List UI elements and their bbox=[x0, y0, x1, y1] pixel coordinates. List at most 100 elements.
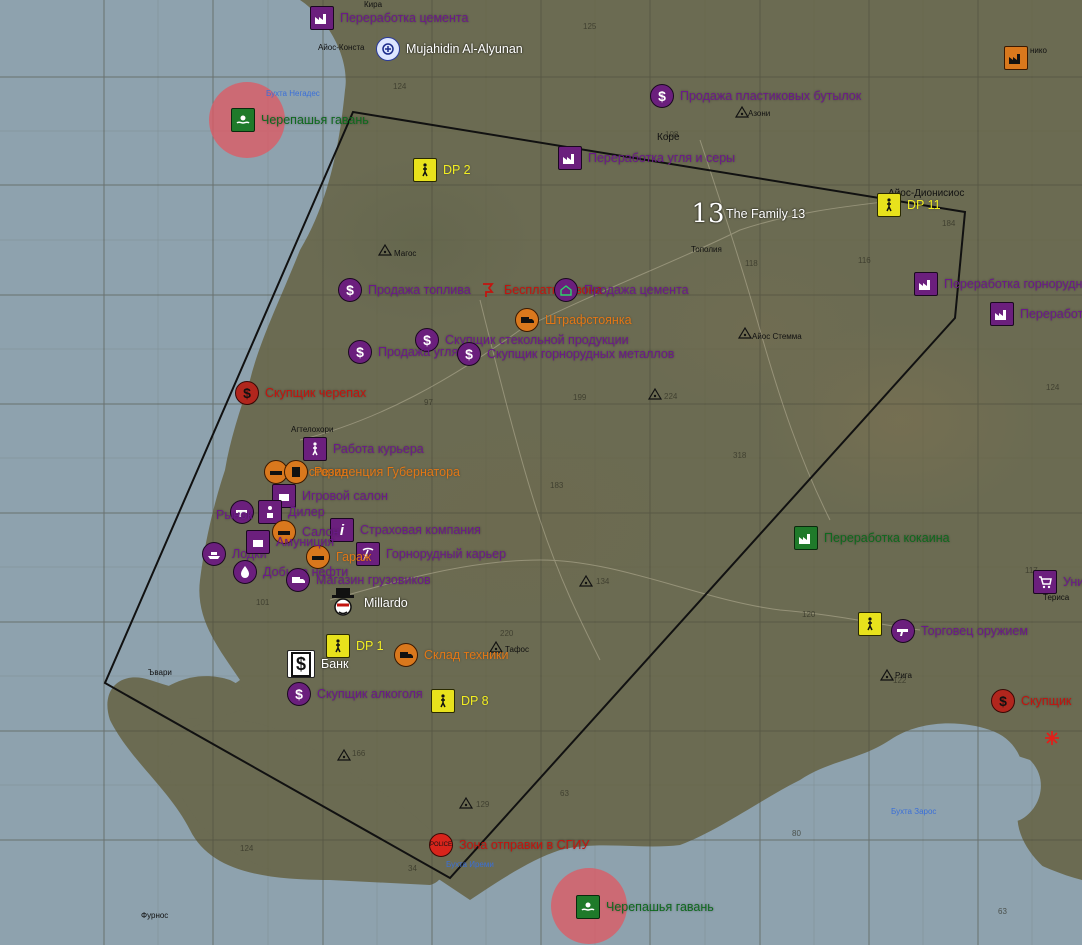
map-marker[interactable]: $ Скупщик горнорудных металлов bbox=[457, 342, 674, 366]
grid-number: 129 bbox=[476, 800, 490, 809]
map-marker[interactable]: Черепашья гавань bbox=[231, 108, 369, 132]
marker-label: Уни bbox=[1063, 575, 1082, 589]
dollar-icon: $ bbox=[287, 682, 311, 706]
factory-icon bbox=[990, 302, 1014, 326]
marker-label: Черепашья гавань bbox=[261, 113, 369, 127]
gang-13-icon: 13 bbox=[691, 199, 725, 229]
building-icon bbox=[284, 460, 308, 484]
factory-icon bbox=[914, 272, 938, 296]
factory-icon bbox=[310, 6, 334, 30]
grid-number: 183 bbox=[550, 481, 564, 490]
factory-icon bbox=[794, 526, 818, 550]
marker-label: Зона отправки в СГИУ bbox=[459, 838, 590, 852]
map-marker[interactable]: Переработка цемента bbox=[310, 6, 468, 30]
map-marker[interactable]: $ Скупщик алкоголя bbox=[287, 682, 423, 706]
map-view[interactable]: 125 124 116 118 184 124 97 199 224 318 1… bbox=[0, 0, 1082, 945]
map-marker[interactable]: Амуниция bbox=[246, 530, 334, 554]
map-marker[interactable]: DP 8 bbox=[431, 689, 489, 713]
hiker-icon bbox=[431, 689, 455, 713]
map-marker[interactable]: Рынок bbox=[216, 508, 253, 522]
map-marker[interactable]: POLICE Зона отправки в СГИУ bbox=[429, 833, 589, 857]
turtle-icon bbox=[576, 895, 600, 919]
map-marker[interactable]: $ Продажа пластиковых бутылок bbox=[650, 84, 861, 108]
marker-label: Переработка горнорудн bbox=[944, 277, 1082, 291]
map-marker[interactable]: Работа курьера bbox=[303, 437, 424, 461]
grid-number: 124 bbox=[1046, 383, 1060, 392]
marker-label: Продажа топлива bbox=[368, 283, 471, 297]
map-marker[interactable]: $ Скупщик bbox=[991, 689, 1071, 713]
map-marker[interactable]: Продажа цемента bbox=[554, 278, 689, 302]
town-label: Айос-Конста bbox=[318, 43, 365, 52]
dollar-icon: $ bbox=[348, 340, 372, 364]
map-marker[interactable]: DP 11 bbox=[877, 193, 941, 217]
map-marker[interactable]: Уни bbox=[1033, 570, 1082, 594]
marker-label: Переработка угля и серы bbox=[588, 151, 736, 165]
map-marker[interactable]: Торговец оружием bbox=[891, 619, 1028, 643]
map-marker[interactable]: Переработка угля и серы bbox=[558, 146, 735, 170]
town-label: Коре bbox=[657, 132, 680, 143]
marker-label: Штрафстоянка bbox=[545, 313, 632, 327]
map-marker[interactable]: Mujahidin Al-Alyunan bbox=[376, 37, 523, 61]
grid-number: 184 bbox=[942, 219, 956, 228]
map-marker[interactable]: Переработ bbox=[990, 302, 1082, 326]
marker-label: DP 2 bbox=[443, 163, 471, 177]
town-label: Рига bbox=[895, 671, 912, 680]
marker-label: Дилер bbox=[288, 505, 325, 519]
map-marker[interactable] bbox=[1004, 46, 1028, 70]
marker-label: Скупщик bbox=[1021, 694, 1072, 708]
turtle-icon bbox=[231, 108, 255, 132]
grid-number: 34 bbox=[408, 864, 417, 873]
map-marker[interactable]: Millardo bbox=[328, 586, 408, 620]
marker-label: DP 1 bbox=[356, 639, 384, 653]
map-marker[interactable]: $ Банк bbox=[287, 650, 349, 678]
water-label: Бухта Негадес bbox=[266, 89, 320, 98]
map-marker[interactable]: i Страховая компания bbox=[330, 518, 481, 542]
dollar-icon: $ bbox=[235, 381, 259, 405]
cart-icon bbox=[1033, 570, 1057, 594]
town-label: нико bbox=[1030, 46, 1047, 55]
grid-number: 101 bbox=[256, 598, 270, 607]
map-marker[interactable]: 13 The Family 13 bbox=[691, 199, 805, 229]
map-marker[interactable]: Переработка горнорудн bbox=[914, 272, 1082, 296]
map-marker[interactable] bbox=[858, 612, 882, 636]
town-label: Айос Стемма bbox=[752, 332, 802, 341]
grid-number: 125 bbox=[583, 22, 597, 31]
map-marker[interactable] bbox=[1040, 726, 1064, 750]
explosion-icon bbox=[1040, 726, 1064, 750]
hiker-icon bbox=[303, 437, 327, 461]
grid-number: 120 bbox=[802, 610, 816, 619]
grid-number: 97 bbox=[424, 398, 433, 407]
water-label: Бухта Зарос bbox=[891, 807, 937, 816]
map-marker[interactable]: $ Продажа угля bbox=[348, 340, 458, 364]
marker-label: Переработка кокаина bbox=[824, 531, 950, 545]
grid-number: 118 bbox=[745, 259, 758, 268]
map-marker[interactable]: Переработка кокаина bbox=[794, 526, 950, 550]
marker-label: Mujahidin Al-Alyunan bbox=[406, 42, 523, 56]
truck-icon bbox=[286, 568, 310, 592]
hiker-icon bbox=[877, 193, 901, 217]
factory-icon bbox=[1004, 46, 1028, 70]
map-marker[interactable]: DP 2 bbox=[413, 158, 471, 182]
dollar-icon: $ bbox=[650, 84, 674, 108]
map-marker[interactable]: Горнорудный карьер bbox=[356, 542, 506, 566]
marker-label: Продажа цемента bbox=[584, 283, 689, 297]
grid-number: 116 bbox=[858, 256, 871, 265]
map-marker[interactable]: Склад техники bbox=[394, 643, 509, 667]
bank-icon: $ bbox=[287, 650, 315, 678]
marker-label: DP 8 bbox=[461, 694, 489, 708]
town-label: Магос bbox=[394, 249, 417, 258]
grid-number: 63 bbox=[560, 789, 569, 798]
dollar-icon: $ bbox=[338, 278, 362, 302]
grid-number: 224 bbox=[664, 392, 678, 401]
marker-label: Работа курьера bbox=[333, 442, 424, 456]
marker-label: Резиденция Губернатора bbox=[314, 465, 460, 479]
marker-label: Скупщик алкоголя bbox=[317, 687, 423, 701]
marker-label: Торговец оружием bbox=[921, 624, 1028, 638]
grid-number: 318 bbox=[733, 451, 747, 460]
town-label: Териса bbox=[1043, 593, 1070, 602]
map-marker[interactable]: $ Скупщик черепах bbox=[235, 381, 366, 405]
map-marker[interactable]: Резиденция Губернатора bbox=[284, 460, 460, 484]
marker-label: Переработка цемента bbox=[340, 11, 469, 25]
map-marker[interactable]: $ Продажа топлива bbox=[338, 278, 471, 302]
map-marker[interactable]: Черепашья гавань bbox=[576, 895, 714, 919]
